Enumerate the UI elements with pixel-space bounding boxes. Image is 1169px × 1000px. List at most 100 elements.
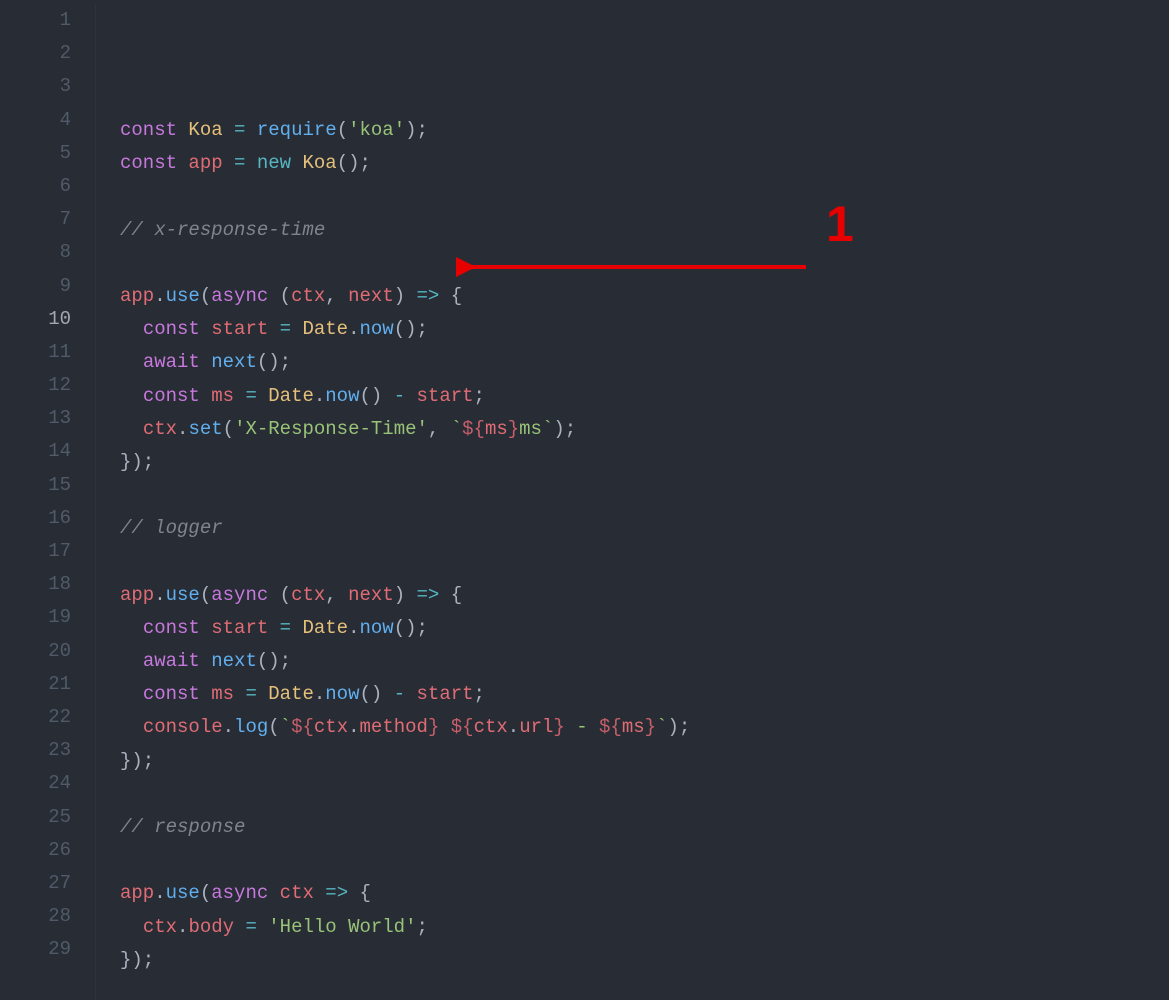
- token-str: 'Hello World': [268, 916, 416, 938]
- token-op: =: [245, 916, 256, 938]
- token-plain: [405, 683, 416, 705]
- token-plain: .: [348, 318, 359, 340]
- code-line[interactable]: const Koa = require('koa');: [120, 114, 1169, 147]
- token-plain: .: [348, 617, 359, 639]
- token-ident: ctx: [291, 584, 325, 606]
- code-line[interactable]: app.use(async (ctx, next) => {: [120, 579, 1169, 612]
- code-line[interactable]: [120, 247, 1169, 280]
- token-func: set: [188, 418, 222, 440]
- token-plain: {: [348, 882, 371, 904]
- code-line[interactable]: });: [120, 745, 1169, 778]
- token-str: `: [656, 716, 667, 738]
- code-line[interactable]: await next();: [120, 346, 1169, 379]
- token-func: use: [166, 882, 200, 904]
- code-line[interactable]: [120, 479, 1169, 512]
- token-plain: [291, 617, 302, 639]
- token-int: }: [645, 716, 656, 738]
- code-line[interactable]: ctx.set('X-Response-Time', `${ms}ms`);: [120, 413, 1169, 446]
- token-func: use: [166, 285, 200, 307]
- token-kw: const: [143, 385, 200, 407]
- code-line[interactable]: await next();: [120, 645, 1169, 678]
- token-ident: console: [143, 716, 223, 738]
- token-class: Date: [302, 617, 348, 639]
- token-plain: [120, 385, 143, 407]
- token-plain: [245, 119, 256, 141]
- code-line[interactable]: [120, 977, 1169, 1000]
- code-line[interactable]: const start = Date.now();: [120, 313, 1169, 346]
- token-ident: url: [519, 716, 553, 738]
- token-int: }: [508, 418, 519, 440]
- token-plain: .: [223, 716, 234, 738]
- token-op: =: [234, 119, 245, 141]
- token-kw: const: [143, 683, 200, 705]
- token-plain: [177, 119, 188, 141]
- code-line[interactable]: ctx.body = 'Hello World';: [120, 911, 1169, 944]
- token-op: =>: [325, 882, 348, 904]
- code-line[interactable]: console.log(`${ctx.method} ${ctx.url} - …: [120, 711, 1169, 744]
- line-number: 17: [0, 535, 71, 568]
- token-plain: [200, 385, 211, 407]
- line-number: 5: [0, 137, 71, 170]
- code-line[interactable]: [120, 180, 1169, 213]
- token-op: =>: [417, 285, 440, 307]
- token-plain: [268, 617, 279, 639]
- token-plain: [120, 351, 143, 373]
- token-int: ${: [599, 716, 622, 738]
- line-number: 6: [0, 170, 71, 203]
- line-number: 9: [0, 270, 71, 303]
- token-ident: app: [120, 285, 154, 307]
- token-plain: (: [200, 584, 211, 606]
- code-line[interactable]: const start = Date.now();: [120, 612, 1169, 645]
- token-ident: method: [360, 716, 428, 738]
- code-line[interactable]: // response: [120, 811, 1169, 844]
- token-plain: [200, 650, 211, 672]
- token-ident: ms: [211, 385, 234, 407]
- token-plain: {: [439, 285, 462, 307]
- code-line[interactable]: app.use(async ctx => {: [120, 877, 1169, 910]
- token-ident: ctx: [314, 716, 348, 738]
- code-line[interactable]: [120, 778, 1169, 811]
- token-ident: app: [120, 584, 154, 606]
- code-line[interactable]: const ms = Date.now() - start;: [120, 380, 1169, 413]
- token-plain: [120, 683, 143, 705]
- line-number: 29: [0, 933, 71, 966]
- token-ident: ctx: [143, 418, 177, 440]
- token-plain: (: [268, 584, 291, 606]
- code-line[interactable]: // x-response-time: [120, 214, 1169, 247]
- code-line[interactable]: [120, 545, 1169, 578]
- code-line[interactable]: [120, 844, 1169, 877]
- token-ident: start: [211, 318, 268, 340]
- code-line[interactable]: const app = new Koa();: [120, 147, 1169, 180]
- token-plain: [120, 716, 143, 738]
- token-plain: [268, 882, 279, 904]
- code-line[interactable]: app.use(async (ctx, next) => {: [120, 280, 1169, 313]
- token-func: next: [211, 650, 257, 672]
- token-plain: [268, 318, 279, 340]
- code-line[interactable]: // logger: [120, 512, 1169, 545]
- token-str: `: [280, 716, 291, 738]
- token-int: ${: [462, 418, 485, 440]
- token-plain: ();: [394, 318, 428, 340]
- token-plain: (: [200, 882, 211, 904]
- token-ident: ctx: [474, 716, 508, 738]
- code-line[interactable]: });: [120, 944, 1169, 977]
- line-number: 28: [0, 900, 71, 933]
- token-plain: [245, 152, 256, 174]
- line-number: 7: [0, 203, 71, 236]
- token-plain: .: [154, 584, 165, 606]
- code-line[interactable]: });: [120, 446, 1169, 479]
- token-plain: [200, 318, 211, 340]
- token-class: Koa: [302, 152, 336, 174]
- token-plain: .: [508, 716, 519, 738]
- token-plain: [120, 916, 143, 938]
- line-number: 2: [0, 37, 71, 70]
- line-number: 21: [0, 668, 71, 701]
- token-ident: start: [417, 385, 474, 407]
- line-number: 4: [0, 104, 71, 137]
- code-area[interactable]: 1 const Koa = require('koa');const app =…: [95, 4, 1169, 1000]
- line-number: 3: [0, 70, 71, 103]
- token-int: ${: [451, 716, 474, 738]
- token-plain: .: [154, 285, 165, 307]
- code-line[interactable]: const ms = Date.now() - start;: [120, 678, 1169, 711]
- line-number: 15: [0, 469, 71, 502]
